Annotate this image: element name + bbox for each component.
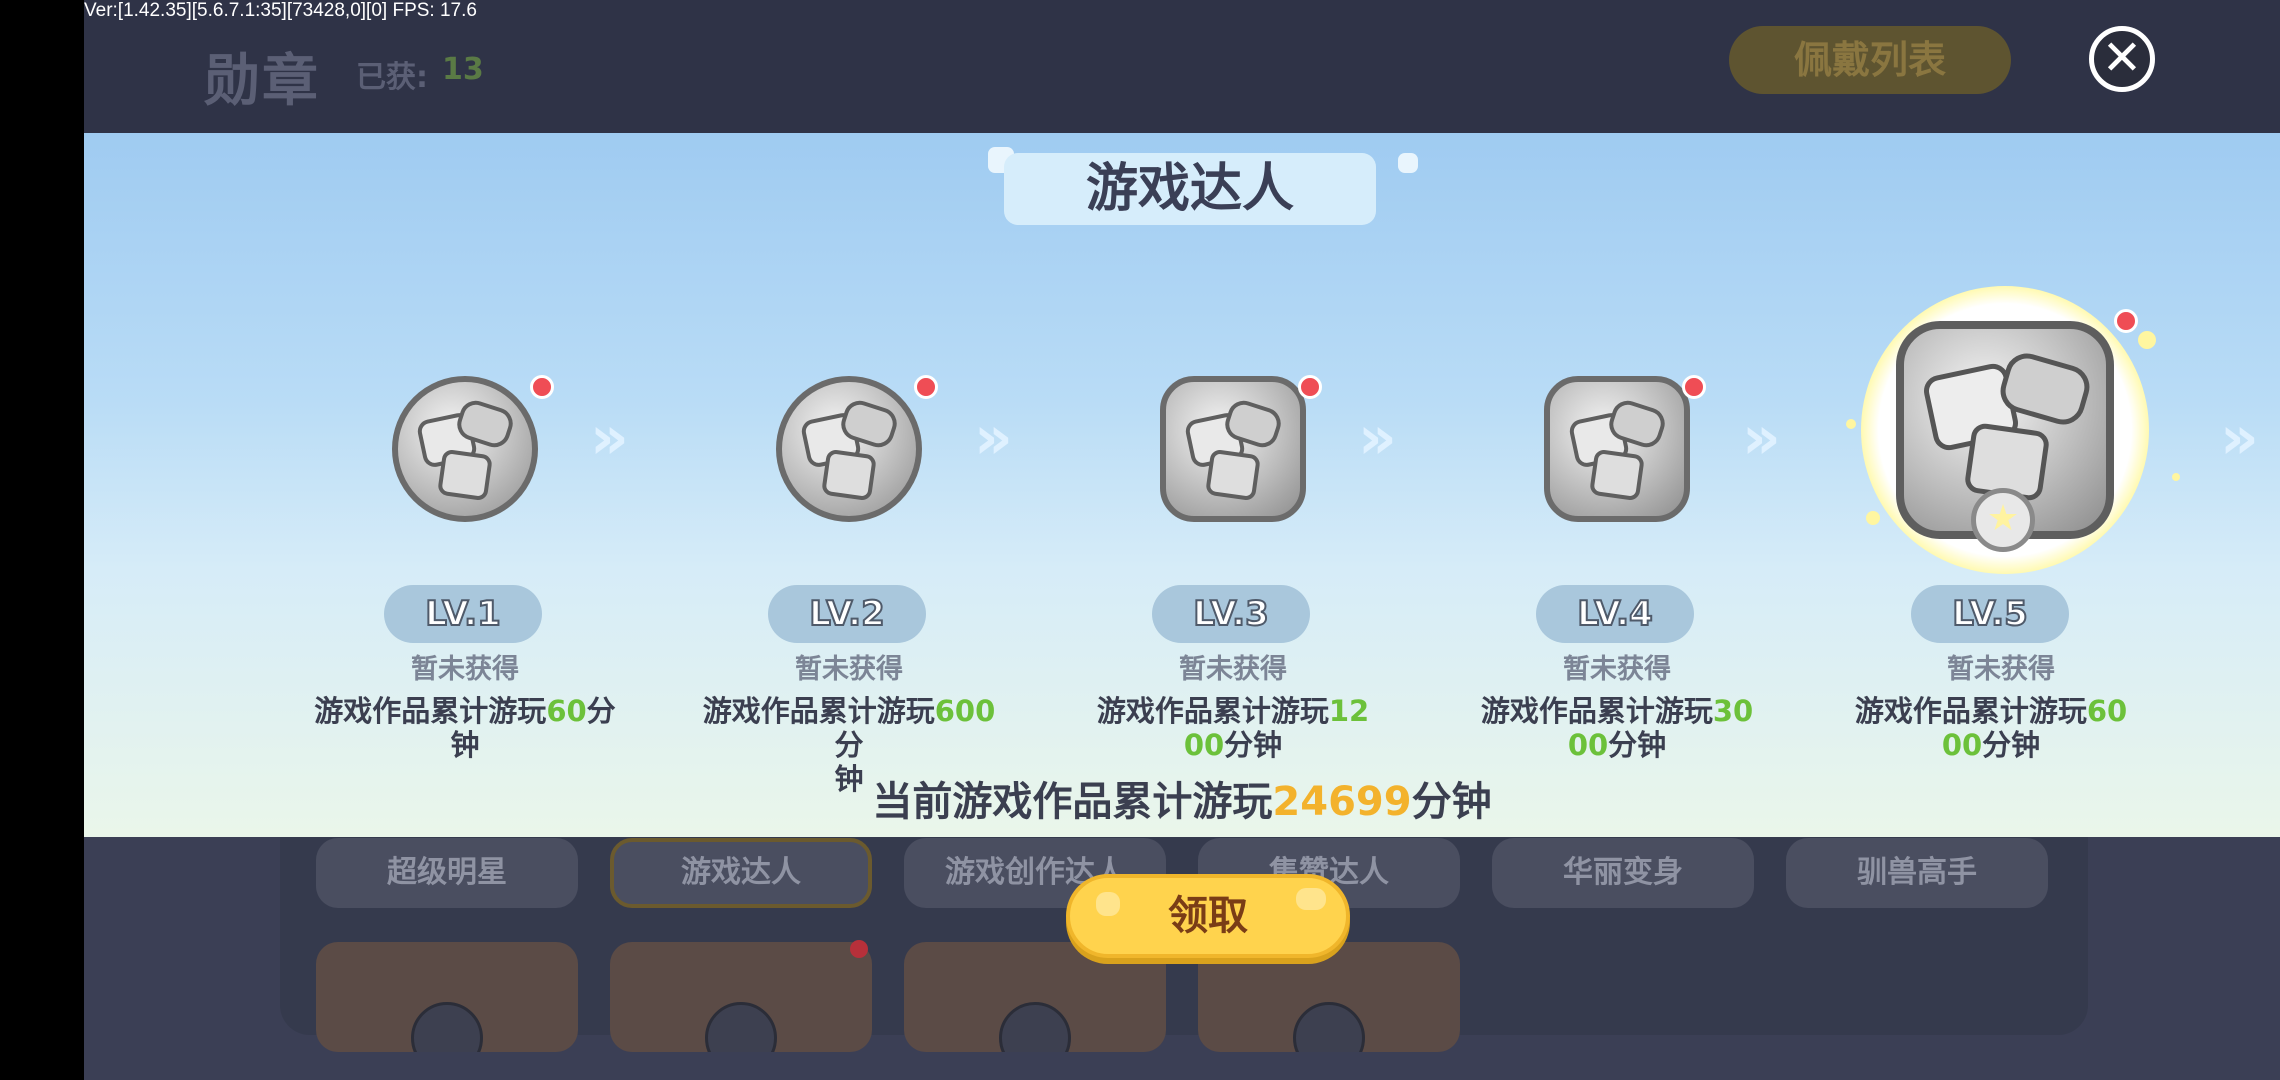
modal-title-banner: 游戏达人 — [1004, 153, 1376, 225]
obtained-count: 13 — [442, 52, 484, 87]
badge-slot — [999, 1002, 1071, 1052]
next-arrow-icon: » — [590, 403, 629, 473]
total-playtime: 当前游戏作品累计游玩24699分钟 — [84, 769, 2280, 827]
requirement-text: 分 — [586, 694, 616, 728]
total-playtime-value: 24699 — [1272, 779, 1412, 825]
level-status: 暂未获得 — [1179, 654, 1287, 685]
level-label: LV.4 — [1576, 593, 1653, 635]
page-title: 勋章 — [204, 49, 320, 114]
medal-lv4-icon[interactable] — [1544, 376, 1690, 522]
level-label: LV.1 — [424, 593, 501, 635]
level-requirement: 游戏作品累计游玩60分钟 — [305, 694, 625, 762]
next-arrow-icon: » — [1358, 403, 1397, 473]
level-requirement: 游戏作品累计游玩60 00分钟 — [1831, 694, 2151, 762]
requirement-number: 60 — [2086, 694, 2128, 728]
requirement-text: 分钟 — [1224, 728, 1283, 762]
notification-dot — [850, 940, 868, 958]
button-decoration — [1296, 888, 1326, 910]
level-status: 暂未获得 — [411, 654, 519, 685]
next-arrow-icon: » — [1742, 403, 1781, 473]
new-indicator-dot — [1298, 375, 1322, 399]
requirement-number: 600 — [934, 694, 996, 728]
requirement-number: 12 — [1328, 694, 1370, 728]
requirement-text: 游戏作品累计游玩 — [314, 694, 547, 728]
tab-beast-tamer: 驯兽高手 — [1786, 838, 2048, 908]
level-pill: LV.1 — [384, 585, 542, 643]
tab-game-master: 游戏达人 — [610, 838, 872, 908]
badge-card — [610, 942, 872, 1052]
badge-detail-modal: 游戏达人 » » » » ★ » LV.1 LV.2 LV.3 LV.4 LV.… — [84, 133, 2280, 837]
next-arrow-icon: » — [974, 403, 1013, 473]
medal-shape — [821, 448, 877, 502]
level-label: LV.2 — [808, 593, 885, 635]
requirement-text: 分钟 — [1982, 728, 2041, 762]
requirement-number: 30 — [1712, 694, 1754, 728]
new-indicator-dot — [1682, 375, 1706, 399]
requirement-text: 分 — [834, 728, 864, 762]
medal-shape — [437, 448, 493, 502]
badge-slot — [705, 1002, 777, 1052]
title-decoration — [1398, 153, 1418, 173]
requirement-number: 00 — [1183, 728, 1225, 762]
sparkle-icon — [2172, 473, 2180, 481]
requirement-text: 钟 — [450, 728, 480, 762]
wear-list-button: 佩戴列表 — [1729, 26, 2011, 94]
medal-lv1-icon[interactable] — [392, 376, 538, 522]
claim-button-label: 领取 — [1168, 893, 1248, 939]
close-icon: ✕ — [2101, 30, 2143, 86]
medal-shape — [1589, 448, 1645, 502]
requirement-number: 00 — [1941, 728, 1983, 762]
obtained-count-label: 已获: — [356, 60, 428, 95]
level-label: LV.5 — [1951, 593, 2028, 635]
debug-version-text: Ver:[1.42.35][5.6.7.1:35][73428,0][0] FP… — [84, 0, 477, 21]
badge-card — [904, 942, 1166, 1052]
medal-lv3-icon[interactable] — [1160, 376, 1306, 522]
requirement-text: 分钟 — [1608, 728, 1667, 762]
badge-card — [1198, 942, 1460, 1052]
new-indicator-dot — [530, 375, 554, 399]
level-status: 暂未获得 — [1947, 654, 2055, 685]
star-gem-icon: ★ — [1971, 488, 2035, 552]
level-status: 暂未获得 — [795, 654, 903, 685]
requirement-number: 00 — [1567, 728, 1609, 762]
level-requirement: 游戏作品累计游玩12 00分钟 — [1073, 694, 1393, 762]
tab-super-star: 超级明星 — [316, 838, 578, 908]
level-label: LV.3 — [1192, 593, 1269, 635]
new-indicator-dot — [914, 375, 938, 399]
badge-card — [316, 942, 578, 1052]
requirement-text: 游戏作品累计游玩 — [1096, 694, 1329, 728]
close-button[interactable]: ✕ — [2089, 26, 2155, 92]
level-requirement: 游戏作品累计游玩30 00分钟 — [1457, 694, 1777, 762]
sparkle-icon — [1846, 419, 1856, 429]
level-pill: LV.2 — [768, 585, 926, 643]
letterbox-left — [0, 0, 84, 1080]
medal-shape — [1205, 448, 1261, 502]
tab-transform: 华丽变身 — [1492, 838, 1754, 908]
sparkle-icon — [2138, 331, 2156, 349]
requirement-text: 游戏作品累计游玩 — [1480, 694, 1713, 728]
button-decoration — [1096, 892, 1120, 916]
total-playtime-unit: 分钟 — [1411, 779, 1492, 825]
sparkle-icon — [1866, 511, 1880, 525]
badge-slot — [411, 1002, 483, 1052]
level-pill: LV.3 — [1152, 585, 1310, 643]
new-indicator-dot — [2114, 309, 2138, 333]
next-arrow-icon: » — [2220, 403, 2259, 473]
requirement-text: 游戏作品累计游玩 — [1854, 694, 2087, 728]
claim-button[interactable]: 领取 — [1066, 874, 1350, 958]
requirement-number: 60 — [546, 694, 587, 728]
level-pill: LV.4 — [1536, 585, 1694, 643]
level-pill: LV.5 — [1911, 585, 2069, 643]
level-status: 暂未获得 — [1563, 654, 1671, 685]
badge-slot — [1293, 1002, 1365, 1052]
medal-lv2-icon[interactable] — [776, 376, 922, 522]
modal-title: 游戏达人 — [1085, 159, 1294, 219]
requirement-text: 游戏作品累计游玩 — [702, 694, 935, 728]
total-playtime-label: 当前游戏作品累计游玩 — [872, 779, 1273, 825]
